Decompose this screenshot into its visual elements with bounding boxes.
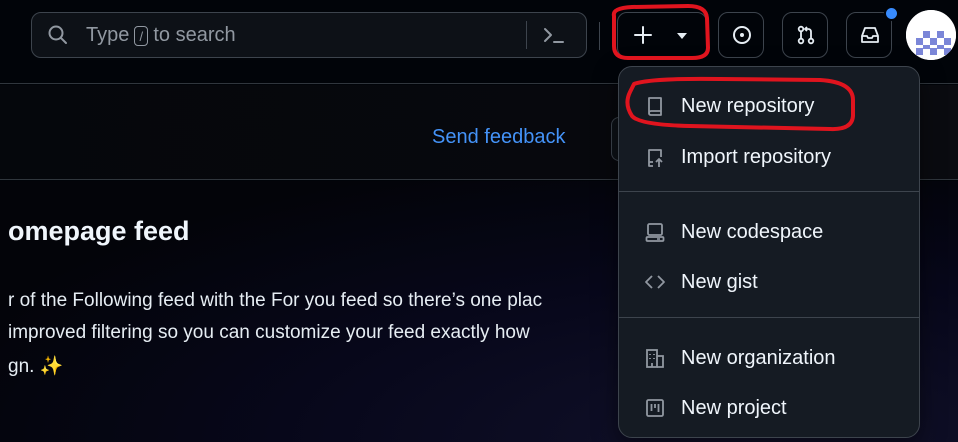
codespaces-icon <box>644 221 666 243</box>
feed-description-text: gn. <box>8 356 35 377</box>
create-new-button[interactable] <box>617 12 707 58</box>
unread-notification-dot <box>884 6 899 21</box>
menu-item-import-repository[interactable]: Import repository <box>619 134 919 180</box>
issues-button[interactable] <box>718 12 764 58</box>
code-icon <box>644 271 666 293</box>
menu-item-label: New gist <box>681 271 758 293</box>
sparkles-icon: ✨ <box>39 356 64 377</box>
menu-item-new-organization[interactable]: New organization <box>619 335 919 381</box>
search-placeholder: Type / to search <box>86 24 236 47</box>
menu-item-new-codespace[interactable]: New codespace <box>619 209 919 255</box>
repo-push-icon <box>644 146 666 168</box>
inbox-button[interactable] <box>846 12 892 58</box>
search-placeholder-prefix: Type <box>86 24 130 46</box>
feed-title: omepage feed <box>8 216 190 246</box>
header-divider <box>599 22 600 50</box>
menu-divider <box>619 191 919 192</box>
search-divider <box>526 21 527 49</box>
command-palette-icon[interactable] <box>542 24 566 46</box>
menu-item-label: Import repository <box>681 146 832 168</box>
triangle-down-icon <box>676 32 688 40</box>
menu-item-label: New repository <box>681 95 815 117</box>
organization-icon <box>644 347 666 369</box>
issue-opened-icon <box>731 24 753 46</box>
git-pull-request-icon <box>795 24 817 46</box>
menu-item-label: New codespace <box>681 221 824 243</box>
search-icon <box>47 24 69 46</box>
menu-item-new-repository[interactable]: New repository <box>619 83 919 129</box>
create-new-menu: New repository Import repository New cod… <box>618 66 920 438</box>
feed-description-line: r of the Following feed with the For you… <box>8 290 543 311</box>
project-icon <box>644 397 666 419</box>
inbox-icon <box>859 24 881 46</box>
plus-icon <box>632 24 654 46</box>
repo-icon <box>644 95 666 117</box>
identicon-avatar <box>906 10 956 60</box>
menu-item-new-project[interactable]: New project <box>619 385 919 431</box>
pull-requests-button[interactable] <box>782 12 828 58</box>
user-avatar[interactable] <box>906 10 956 60</box>
menu-divider <box>619 317 919 318</box>
menu-item-label: New organization <box>681 347 836 369</box>
menu-item-new-gist[interactable]: New gist <box>619 259 919 305</box>
menu-item-label: New project <box>681 397 787 419</box>
search-placeholder-suffix: to search <box>153 24 236 46</box>
search-input[interactable]: Type / to search <box>31 12 587 58</box>
search-shortcut-key: / <box>134 25 149 46</box>
send-feedback-link[interactable]: Send feedback <box>432 126 565 149</box>
feed-description-line: gn. ✨ <box>8 354 63 378</box>
feed-description-line: improved filtering so you can customize … <box>8 322 530 343</box>
